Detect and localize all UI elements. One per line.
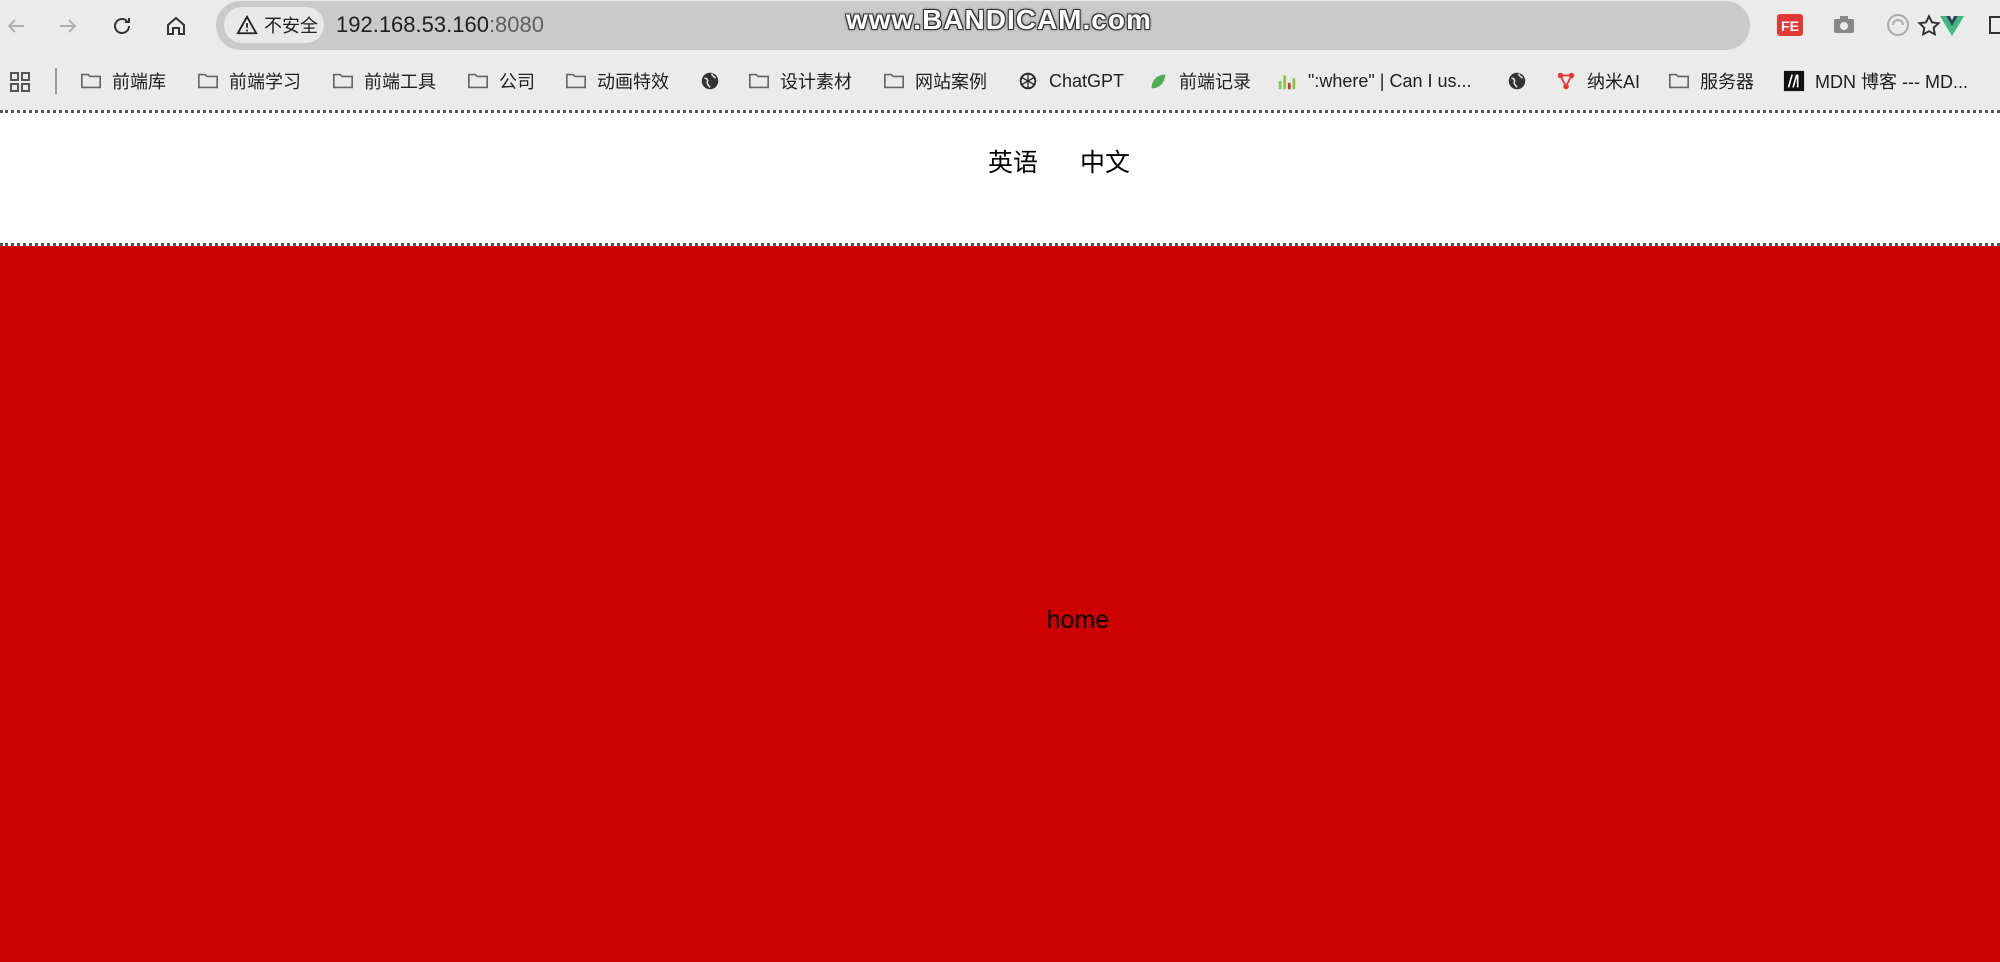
home-icon xyxy=(167,16,185,35)
home-text: home xyxy=(1046,606,1110,634)
folder-icon xyxy=(81,73,101,89)
chatgpt-icon xyxy=(1019,72,1037,90)
browser-toolbar: 不安全 192.168.53.160:8080 www.BANDICAM.com… xyxy=(0,0,2000,52)
caniuse-icon xyxy=(1278,75,1296,90)
bookmark-globe[interactable] xyxy=(1506,66,1528,96)
folder-icon xyxy=(333,73,353,89)
bookmark-label: 前端记录 xyxy=(1179,72,1251,92)
back-button[interactable] xyxy=(0,8,34,44)
bookmark-mdn[interactable]: MDN 博客 --- MD... xyxy=(1783,66,1968,96)
camera-icon[interactable] xyxy=(1830,11,1858,39)
bookmark-folder[interactable]: 公司 xyxy=(467,66,535,96)
bookmark-label: 设计素材 xyxy=(780,72,852,92)
bookmark-label: ChatGPT xyxy=(1049,70,1125,91)
globe-icon xyxy=(1508,72,1526,90)
bookmark-label: 前端库 xyxy=(112,72,166,92)
lang-english-link[interactable]: 英语 xyxy=(988,143,1038,179)
folder-icon xyxy=(468,73,488,89)
bookmark-label: 动画特效 xyxy=(597,72,669,92)
svg-text:FE: FE xyxy=(1781,18,1799,34)
bookmark-label: 网站案例 xyxy=(915,72,987,92)
bookmark-folder[interactable]: 动画特效 xyxy=(565,66,669,96)
url-host: 192.168.53.160 xyxy=(336,12,489,37)
extensions-puzzle-icon[interactable] xyxy=(1988,11,2000,39)
folder-icon xyxy=(566,73,586,89)
language-switcher: 英语 中文 xyxy=(988,143,1130,179)
bookmark-label: MDN 博客 --- MD... xyxy=(1815,72,1968,92)
bookmarks-bar: 前端库 前端学习 前端工具 公司 动画特效 设计素材 网站案例 ChatGPT … xyxy=(0,52,2000,110)
bookmark-label: 纳米AI xyxy=(1587,72,1641,92)
folder-icon xyxy=(1669,73,1689,89)
main-content: home xyxy=(0,246,2000,962)
reload-icon xyxy=(114,18,130,34)
bookmark-folder[interactable]: 前端学习 xyxy=(197,66,301,96)
url-port: :8080 xyxy=(488,12,544,37)
page-header: 英语 中文 xyxy=(0,110,2000,246)
bookmark-label: 前端学习 xyxy=(229,72,301,92)
bookmark-label: ":where" | Can I us... xyxy=(1308,70,1472,91)
bookmark-folder[interactable]: 前端工具 xyxy=(332,66,436,96)
arrow-right-icon xyxy=(60,19,77,33)
bookmark-chatgpt[interactable]: ChatGPT xyxy=(1017,66,1124,96)
mdn-icon xyxy=(1783,70,1805,92)
fe-extension-icon[interactable]: FE xyxy=(1776,11,1804,39)
lang-chinese-link[interactable]: 中文 xyxy=(1080,143,1130,179)
arrow-left-icon xyxy=(7,19,24,33)
bookmark-label: 服务器 xyxy=(1700,72,1754,92)
folder-icon xyxy=(749,73,769,89)
bookmark-folder[interactable]: 网站案例 xyxy=(883,66,987,96)
reload-button[interactable] xyxy=(104,8,140,44)
bookmark-label: 公司 xyxy=(499,72,535,92)
bookmark-notes[interactable]: 前端记录 xyxy=(1147,66,1251,96)
leaf-icon xyxy=(1151,74,1166,89)
apps-grid-icon[interactable] xyxy=(8,70,32,94)
bookmark-folder[interactable]: 前端库 xyxy=(80,66,166,96)
forward-button[interactable] xyxy=(50,8,86,44)
bookmark-nami-ai[interactable]: 纳米AI xyxy=(1555,66,1640,96)
bookmark-folder[interactable]: 服务器 xyxy=(1668,66,1754,96)
vue-devtools-icon[interactable] xyxy=(1938,11,1966,39)
bandicam-watermark: www.BANDICAM.com xyxy=(846,4,1152,35)
globe-icon xyxy=(701,72,719,90)
bookmark-label: 前端工具 xyxy=(364,72,436,92)
bookmark-globe[interactable] xyxy=(699,66,721,96)
extension-swirl-icon[interactable] xyxy=(1884,11,1912,39)
warning-icon xyxy=(236,14,258,35)
security-label: 不安全 xyxy=(264,16,318,36)
bookmark-folder[interactable]: 设计素材 xyxy=(748,66,852,96)
home-button[interactable] xyxy=(158,8,194,44)
folder-icon xyxy=(884,73,904,89)
folder-icon xyxy=(198,73,218,89)
nami-icon xyxy=(1557,72,1575,90)
url-text[interactable]: 192.168.53.160:8080 xyxy=(336,12,544,38)
bookmarks-separator xyxy=(55,68,57,94)
bookmark-caniuse[interactable]: ":where" | Can I us... xyxy=(1276,66,1472,96)
security-chip[interactable]: 不安全 xyxy=(224,7,324,43)
